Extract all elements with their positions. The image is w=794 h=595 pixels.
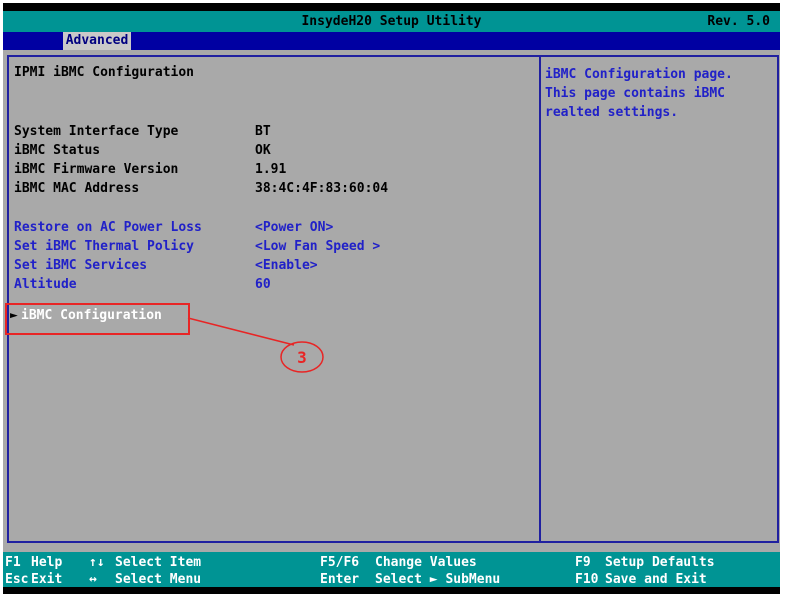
key-f10-label: Save and Exit (605, 571, 707, 588)
setting-value[interactable]: <Enable> (255, 256, 318, 275)
info-label: iBMC MAC Address (14, 179, 139, 198)
info-label: iBMC Firmware Version (14, 160, 178, 179)
setting-label: Set iBMC Services (14, 256, 147, 275)
info-row-ibmc-status: iBMC Status OK (9, 141, 539, 160)
setting-label: Restore on AC Power Loss (14, 218, 202, 237)
footer-row-2: Esc Exit ↔ Select Menu Enter Select ► Su… (3, 571, 780, 588)
info-value: 38:4C:4F:83:60:04 (255, 179, 388, 198)
key-enter: Enter (320, 571, 359, 588)
key-f5f6-label: Change Values (375, 554, 477, 571)
key-f9-label: Setup Defaults (605, 554, 715, 571)
key-f5f6: F5/F6 (320, 554, 359, 571)
main-panel: IPMI iBMC Configuration System Interface… (7, 55, 779, 543)
key-f1: F1 (5, 554, 21, 571)
setting-label: Altitude (14, 275, 77, 294)
key-updown-icon: ↑↓ (89, 554, 105, 571)
key-esc: Esc (5, 571, 28, 588)
menu-bar: Advanced (3, 32, 780, 50)
key-f1-label: Help (31, 554, 62, 571)
setting-row-thermal-policy[interactable]: Set iBMC Thermal Policy <Low Fan Speed > (9, 237, 539, 256)
key-leftright-icon: ↔ (89, 571, 97, 588)
info-label: iBMC Status (14, 141, 100, 160)
info-row-mac-address: iBMC MAC Address 38:4C:4F:83:60:04 (9, 179, 539, 198)
key-f10: F10 (575, 571, 598, 588)
info-label: System Interface Type (14, 122, 178, 141)
app-title: InsydeH20 Setup Utility (301, 14, 481, 29)
title-bar: InsydeH20 Setup Utility Rev. 5.0 (3, 11, 780, 32)
annotation-highlight-box (5, 303, 190, 335)
bios-screen: InsydeH20 Setup Utility Rev. 5.0 Advance… (3, 3, 780, 594)
top-black-strip (3, 3, 780, 11)
key-leftright-label: Select Menu (115, 571, 201, 588)
setting-value[interactable]: <Power ON> (255, 218, 333, 237)
setting-value[interactable]: <Low Fan Speed > (255, 237, 380, 256)
setting-row-ibmc-services[interactable]: Set iBMC Services <Enable> (9, 256, 539, 275)
info-row-firmware-version: iBMC Firmware Version 1.91 (9, 160, 539, 179)
bottom-black-strip (3, 587, 780, 594)
tab-advanced[interactable]: Advanced (63, 32, 131, 50)
revision-label: Rev. 5.0 (707, 11, 770, 32)
footer-row-1: F1 Help ↑↓ Select Item F5/F6 Change Valu… (3, 554, 780, 571)
help-panel-text: iBMC Configuration page. This page conta… (545, 65, 771, 122)
setting-row-altitude[interactable]: Altitude 60 (9, 275, 539, 294)
footer-keybar: F1 Help ↑↓ Select Item F5/F6 Change Valu… (3, 552, 780, 587)
info-value: 1.91 (255, 160, 286, 179)
info-value: BT (255, 122, 271, 141)
key-f9: F9 (575, 554, 591, 571)
info-value: OK (255, 141, 271, 160)
setting-value[interactable]: 60 (255, 275, 271, 294)
section-title: IPMI iBMC Configuration (14, 65, 194, 80)
panel-divider (539, 57, 541, 541)
setting-row-ac-power-loss[interactable]: Restore on AC Power Loss <Power ON> (9, 218, 539, 237)
key-updown-label: Select Item (115, 554, 201, 571)
key-enter-label: Select ► SubMenu (375, 571, 500, 588)
key-esc-label: Exit (31, 571, 62, 588)
setting-label: Set iBMC Thermal Policy (14, 237, 194, 256)
info-row-interface-type: System Interface Type BT (9, 122, 539, 141)
